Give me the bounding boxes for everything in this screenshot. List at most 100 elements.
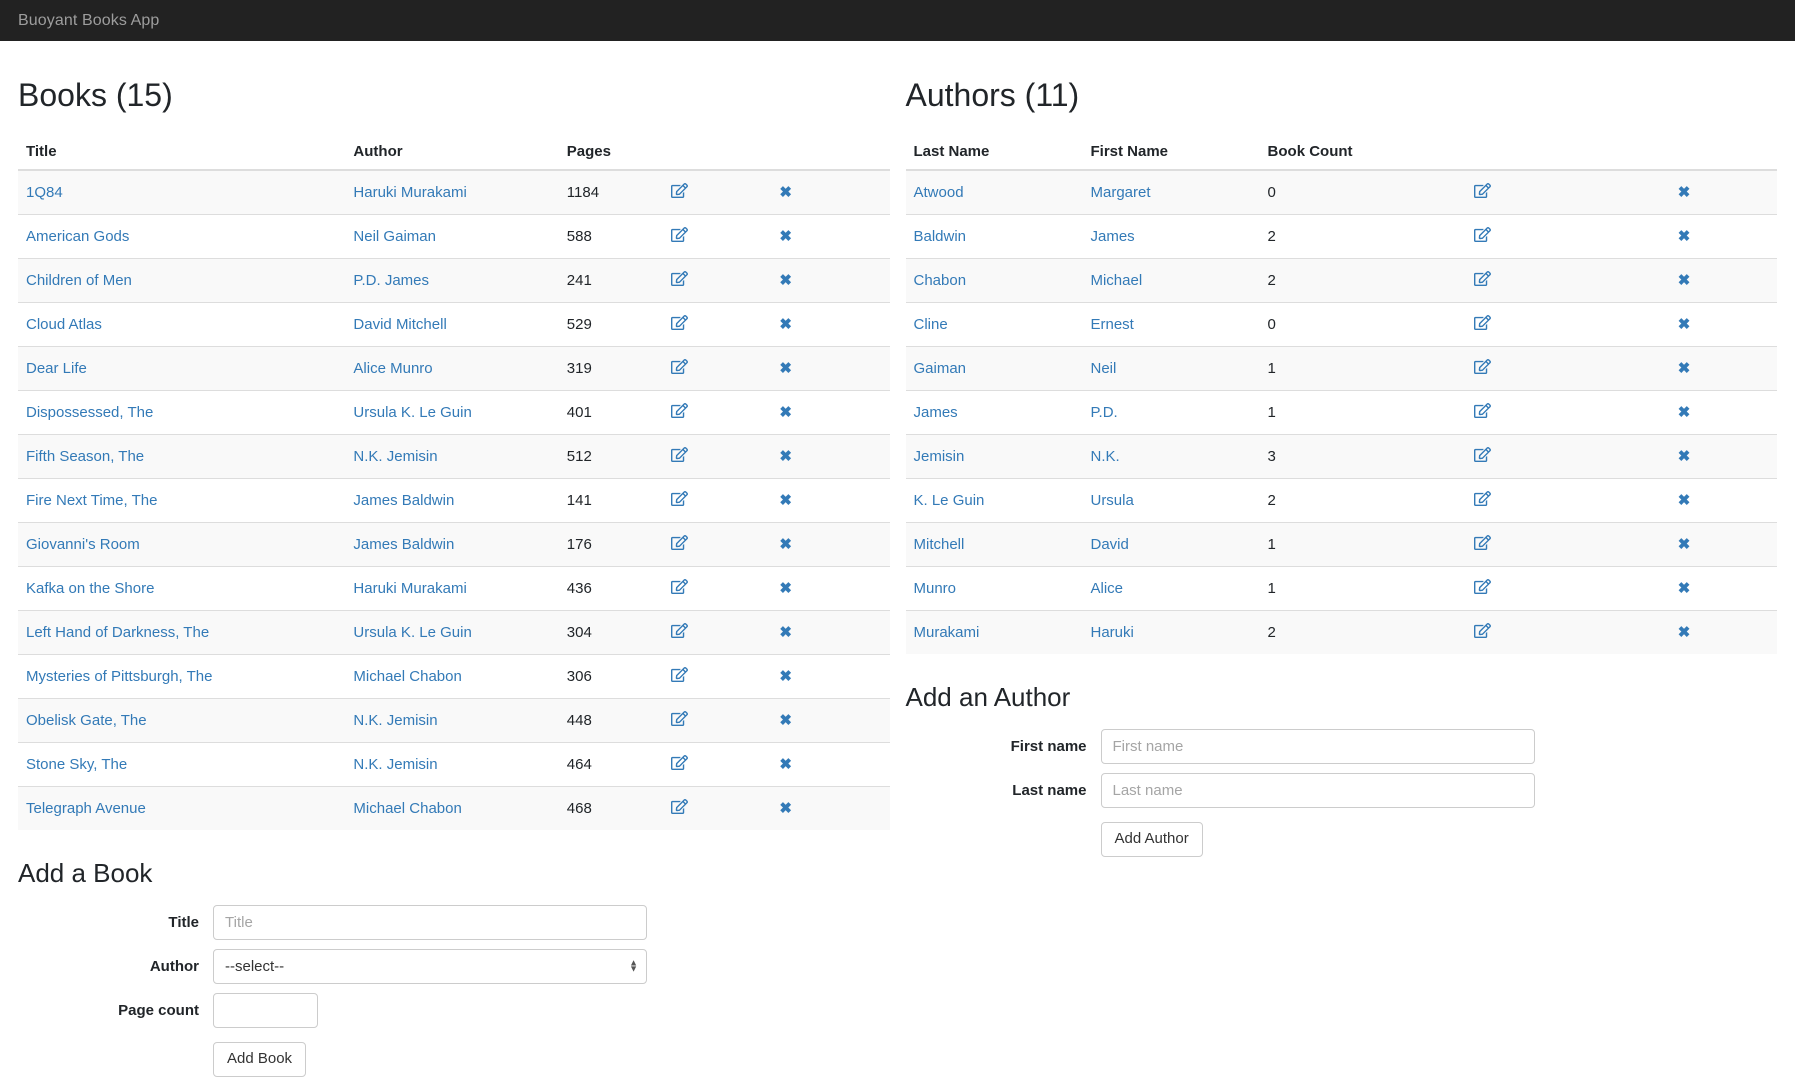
edit-square-pencil-icon[interactable] xyxy=(671,358,688,375)
edit-square-pencil-icon[interactable] xyxy=(671,710,688,727)
author-last-name-link[interactable]: James xyxy=(914,404,958,421)
author-last-name-link[interactable]: Murakami xyxy=(914,624,980,641)
book-author-link[interactable]: P.D. James xyxy=(353,272,429,289)
book-title-link[interactable]: 1Q84 xyxy=(26,184,63,201)
times-x-icon[interactable]: ✖ xyxy=(779,229,792,244)
book-author-link[interactable]: N.K. Jemisin xyxy=(353,712,437,729)
book-title-link[interactable]: Fire Next Time, The xyxy=(26,492,157,509)
author-first-name-link[interactable]: Neil xyxy=(1090,360,1116,377)
edit-square-pencil-icon[interactable] xyxy=(671,666,688,683)
times-x-icon[interactable]: ✖ xyxy=(1678,449,1691,464)
edit-square-pencil-icon[interactable] xyxy=(671,754,688,771)
times-x-icon[interactable]: ✖ xyxy=(779,273,792,288)
author-last-name-link[interactable]: Jemisin xyxy=(914,448,965,465)
book-author-link[interactable]: Ursula K. Le Guin xyxy=(353,404,471,421)
times-x-icon[interactable]: ✖ xyxy=(1678,625,1691,640)
edit-square-pencil-icon[interactable] xyxy=(671,182,688,199)
edit-square-pencil-icon[interactable] xyxy=(1474,578,1491,595)
author-first-name-link[interactable]: Ursula xyxy=(1090,492,1133,509)
edit-square-pencil-icon[interactable] xyxy=(1474,402,1491,419)
author-last-name-link[interactable]: Cline xyxy=(914,316,948,333)
times-x-icon[interactable]: ✖ xyxy=(779,493,792,508)
times-x-icon[interactable]: ✖ xyxy=(779,713,792,728)
edit-square-pencil-icon[interactable] xyxy=(671,490,688,507)
book-author-link[interactable]: Michael Chabon xyxy=(353,800,461,817)
author-first-name-link[interactable]: Haruki xyxy=(1090,624,1133,641)
author-first-name-link[interactable]: James xyxy=(1090,228,1134,245)
times-x-icon[interactable]: ✖ xyxy=(1678,273,1691,288)
edit-square-pencil-icon[interactable] xyxy=(1474,226,1491,243)
book-author-link[interactable]: James Baldwin xyxy=(353,492,454,509)
edit-square-pencil-icon[interactable] xyxy=(1474,622,1491,639)
book-title-input[interactable] xyxy=(213,905,647,940)
book-author-link[interactable]: David Mitchell xyxy=(353,316,446,333)
author-first-name-link[interactable]: Michael xyxy=(1090,272,1142,289)
times-x-icon[interactable]: ✖ xyxy=(1678,317,1691,332)
edit-square-pencil-icon[interactable] xyxy=(1474,534,1491,551)
edit-square-pencil-icon[interactable] xyxy=(671,314,688,331)
author-first-name-link[interactable]: Ernest xyxy=(1090,316,1133,333)
author-last-name-input[interactable] xyxy=(1101,773,1535,808)
book-author-link[interactable]: Haruki Murakami xyxy=(353,184,466,201)
book-pages-input[interactable] xyxy=(213,993,318,1028)
book-title-link[interactable]: Children of Men xyxy=(26,272,132,289)
times-x-icon[interactable]: ✖ xyxy=(779,757,792,772)
edit-square-pencil-icon[interactable] xyxy=(671,226,688,243)
book-author-link[interactable]: Alice Munro xyxy=(353,360,432,377)
times-x-icon[interactable]: ✖ xyxy=(1678,405,1691,420)
edit-square-pencil-icon[interactable] xyxy=(671,798,688,815)
edit-square-pencil-icon[interactable] xyxy=(1474,490,1491,507)
author-last-name-link[interactable]: Baldwin xyxy=(914,228,967,245)
book-author-link[interactable]: N.K. Jemisin xyxy=(353,448,437,465)
times-x-icon[interactable]: ✖ xyxy=(1678,361,1691,376)
edit-square-pencil-icon[interactable] xyxy=(1474,182,1491,199)
book-title-link[interactable]: Dispossessed, The xyxy=(26,404,153,421)
edit-square-pencil-icon[interactable] xyxy=(671,446,688,463)
times-x-icon[interactable]: ✖ xyxy=(1678,493,1691,508)
book-author-link[interactable]: Michael Chabon xyxy=(353,668,461,685)
book-author-link[interactable]: Ursula K. Le Guin xyxy=(353,624,471,641)
author-first-name-link[interactable]: Alice xyxy=(1090,580,1123,597)
book-author-link[interactable]: N.K. Jemisin xyxy=(353,756,437,773)
edit-square-pencil-icon[interactable] xyxy=(671,270,688,287)
edit-square-pencil-icon[interactable] xyxy=(1474,270,1491,287)
book-title-link[interactable]: Mysteries of Pittsburgh, The xyxy=(26,668,212,685)
times-x-icon[interactable]: ✖ xyxy=(779,581,792,596)
navbar-brand[interactable]: Buoyant Books App xyxy=(18,13,159,29)
book-author-select[interactable]: --select-- xyxy=(213,949,647,984)
author-first-name-link[interactable]: P.D. xyxy=(1090,404,1117,421)
times-x-icon[interactable]: ✖ xyxy=(779,185,792,200)
add-book-button[interactable]: Add Book xyxy=(213,1042,306,1077)
author-last-name-link[interactable]: Chabon xyxy=(914,272,967,289)
times-x-icon[interactable]: ✖ xyxy=(779,625,792,640)
edit-square-pencil-icon[interactable] xyxy=(671,578,688,595)
book-title-link[interactable]: Fifth Season, The xyxy=(26,448,144,465)
book-author-link[interactable]: James Baldwin xyxy=(353,536,454,553)
author-last-name-link[interactable]: Mitchell xyxy=(914,536,965,553)
times-x-icon[interactable]: ✖ xyxy=(779,801,792,816)
book-author-link[interactable]: Haruki Murakami xyxy=(353,580,466,597)
book-title-link[interactable]: Giovanni's Room xyxy=(26,536,140,553)
times-x-icon[interactable]: ✖ xyxy=(1678,185,1691,200)
times-x-icon[interactable]: ✖ xyxy=(1678,537,1691,552)
times-x-icon[interactable]: ✖ xyxy=(1678,581,1691,596)
edit-square-pencil-icon[interactable] xyxy=(1474,358,1491,375)
book-title-link[interactable]: Dear Life xyxy=(26,360,87,377)
author-last-name-link[interactable]: Munro xyxy=(914,580,957,597)
author-first-name-input[interactable] xyxy=(1101,729,1535,764)
book-title-link[interactable]: American Gods xyxy=(26,228,129,245)
author-last-name-link[interactable]: Atwood xyxy=(914,184,964,201)
edit-square-pencil-icon[interactable] xyxy=(671,622,688,639)
author-first-name-link[interactable]: Margaret xyxy=(1090,184,1150,201)
times-x-icon[interactable]: ✖ xyxy=(779,361,792,376)
book-title-link[interactable]: Stone Sky, The xyxy=(26,756,127,773)
edit-square-pencil-icon[interactable] xyxy=(671,534,688,551)
author-last-name-link[interactable]: K. Le Guin xyxy=(914,492,985,509)
times-x-icon[interactable]: ✖ xyxy=(1678,229,1691,244)
book-title-link[interactable]: Telegraph Avenue xyxy=(26,800,146,817)
book-author-link[interactable]: Neil Gaiman xyxy=(353,228,436,245)
edit-square-pencil-icon[interactable] xyxy=(1474,314,1491,331)
times-x-icon[interactable]: ✖ xyxy=(779,669,792,684)
author-last-name-link[interactable]: Gaiman xyxy=(914,360,967,377)
times-x-icon[interactable]: ✖ xyxy=(779,317,792,332)
